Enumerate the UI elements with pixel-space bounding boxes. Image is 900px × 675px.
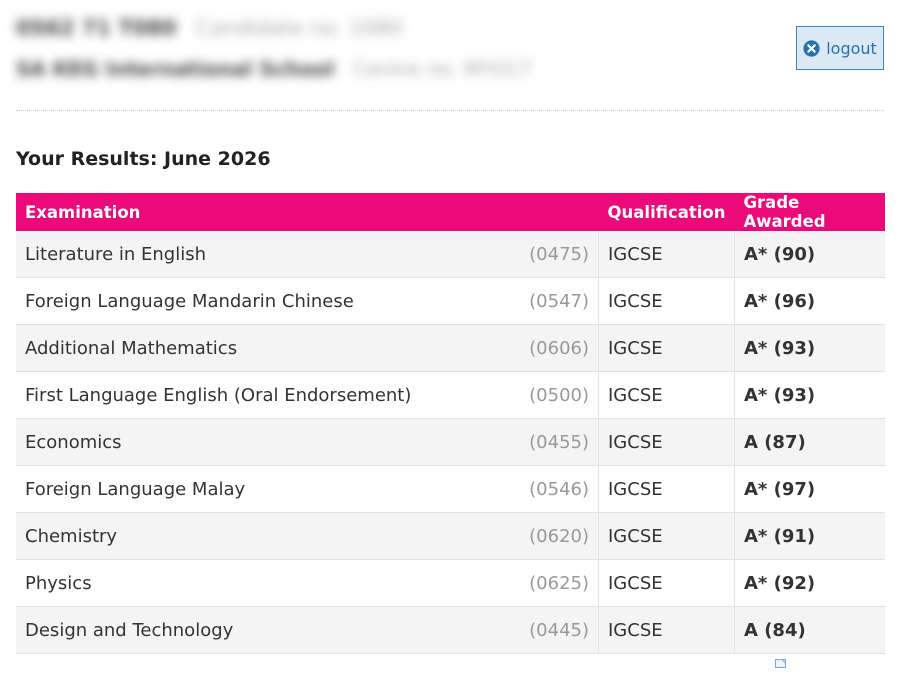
column-header-qualification: Qualification [598, 193, 735, 231]
school-info: SA KEG International School Centre no. M… [16, 57, 531, 81]
exam-code: (0546) [520, 465, 599, 513]
results-page: 0562 71 T080 Candidate no. 1080 SA KEG I… [0, 0, 900, 675]
table-row: Design and Technology (0445) IGCSE A (84… [16, 606, 885, 654]
exam-code: (0500) [520, 371, 599, 419]
exam-name: First Language English (Oral Endorsement… [16, 371, 520, 419]
qualification: IGCSE [598, 418, 735, 466]
grade: A* (91) [734, 512, 885, 560]
table-header-row: Examination Qualification Grade Awarded [16, 193, 885, 231]
candidate-name: 0562 71 T080 [16, 16, 177, 40]
table-row: Foreign Language Malay (0546) IGCSE A* (… [16, 465, 885, 513]
close-circle-icon [803, 39, 820, 57]
exam-name: Literature in English [16, 231, 520, 278]
column-header-grade: Grade Awarded [734, 193, 885, 231]
table-row: First Language English (Oral Endorsement… [16, 371, 885, 419]
table-row: Chemistry (0620) IGCSE A* (91) [16, 512, 885, 560]
exam-name: Chemistry [16, 512, 520, 560]
table-row: Economics (0455) IGCSE A (87) [16, 418, 885, 466]
centre-number: Centre no. MY017 [353, 57, 532, 81]
exam-code: (0547) [520, 277, 599, 325]
grade: A* (97) [734, 465, 885, 513]
exam-name: Economics [16, 418, 520, 466]
exam-name: Design and Technology [16, 606, 520, 654]
grade: A* (90) [734, 231, 885, 278]
exam-code: (0455) [520, 418, 599, 466]
table-row: Physics (0625) IGCSE A* (92) [16, 559, 885, 607]
grade: A* (92) [734, 559, 885, 607]
grade: A* (93) [734, 324, 885, 372]
qualification: IGCSE [598, 606, 735, 654]
qualification: IGCSE [598, 559, 735, 607]
grade: A (84) [734, 606, 885, 654]
qualification: IGCSE [598, 512, 735, 560]
table-row: Additional Mathematics (0606) IGCSE A* (… [16, 324, 885, 372]
grade: A* (96) [734, 277, 885, 325]
logout-label: logout [826, 38, 877, 58]
exam-name: Foreign Language Mandarin Chinese [16, 277, 520, 325]
table-row: Literature in English (0475) IGCSE A* (9… [16, 231, 885, 278]
logout-button[interactable]: logout [796, 26, 884, 70]
candidate-info: 0562 71 T080 Candidate no. 1080 [16, 16, 402, 40]
grade: A (87) [734, 418, 885, 466]
exam-name: Physics [16, 559, 520, 607]
table-row: Foreign Language Mandarin Chinese (0547)… [16, 277, 885, 325]
qualification: IGCSE [598, 277, 735, 325]
results-table: Examination Qualification Grade Awarded … [16, 193, 885, 654]
exam-code: (0606) [520, 324, 599, 372]
column-header-examination: Examination [16, 193, 599, 231]
school-name: SA KEG International School [16, 57, 335, 81]
qualification: IGCSE [598, 324, 735, 372]
qualification: IGCSE [598, 371, 735, 419]
exam-code: (0625) [520, 559, 599, 607]
exam-code: (0445) [520, 606, 599, 654]
candidate-number: Candidate no. 1080 [195, 16, 403, 40]
results-title: Your Results: June 2026 [16, 148, 271, 170]
qualification: IGCSE [598, 465, 735, 513]
grade: A* (93) [734, 371, 885, 419]
document-icon[interactable] [775, 659, 787, 669]
exam-name: Additional Mathematics [16, 324, 520, 372]
qualification: IGCSE [598, 231, 735, 278]
header-divider [16, 110, 884, 111]
exam-name: Foreign Language Malay [16, 465, 520, 513]
exam-code: (0475) [520, 231, 599, 278]
exam-code: (0620) [520, 512, 599, 560]
